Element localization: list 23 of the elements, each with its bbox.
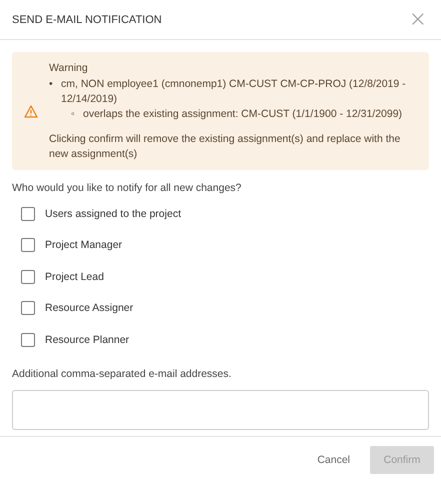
checkbox[interactable] [21,206,35,221]
checkbox[interactable] [21,238,35,252]
option-label: Resource Assigner [45,302,134,314]
question-label: Who would you like to notify for all new changes? [12,182,242,194]
option-label: Project Manager [45,239,122,252]
checkbox[interactable] [21,270,35,284]
conflict-text: cm, NON employee1 (cmnonemp1) CM-CUST CM-CP-PROJ (12/8/2019 - 12/14/2019) [61,77,407,107]
warning-heading: Warning [49,61,89,76]
email-field[interactable] [12,390,429,430]
bullet-marker: • [49,77,54,92]
bullet-marker: ◦ [71,107,76,122]
option-label: Project Lead [45,270,104,283]
warning-icon [24,105,38,118]
dialog-title: SEND E-MAIL NOTIFICATION [12,14,162,26]
option-label: Users assigned to the project [45,208,181,220]
overlap-text: overlaps the existing assignment: CM-CUST (1/1/1900 - 12/31/2099) [83,107,402,122]
checkbox[interactable] [21,301,35,316]
option-label: Resource Planner [45,334,130,346]
checkbox[interactable] [21,332,35,347]
close-button[interactable]: × [406,10,429,30]
cancel-button[interactable]: Cancel [311,452,356,466]
email-label: Additional comma-separated e-mail addresses. [12,368,232,380]
warning-note: Clicking confirm will remove the existing assignment(s) and replace with the new assignment(s) [49,132,402,162]
